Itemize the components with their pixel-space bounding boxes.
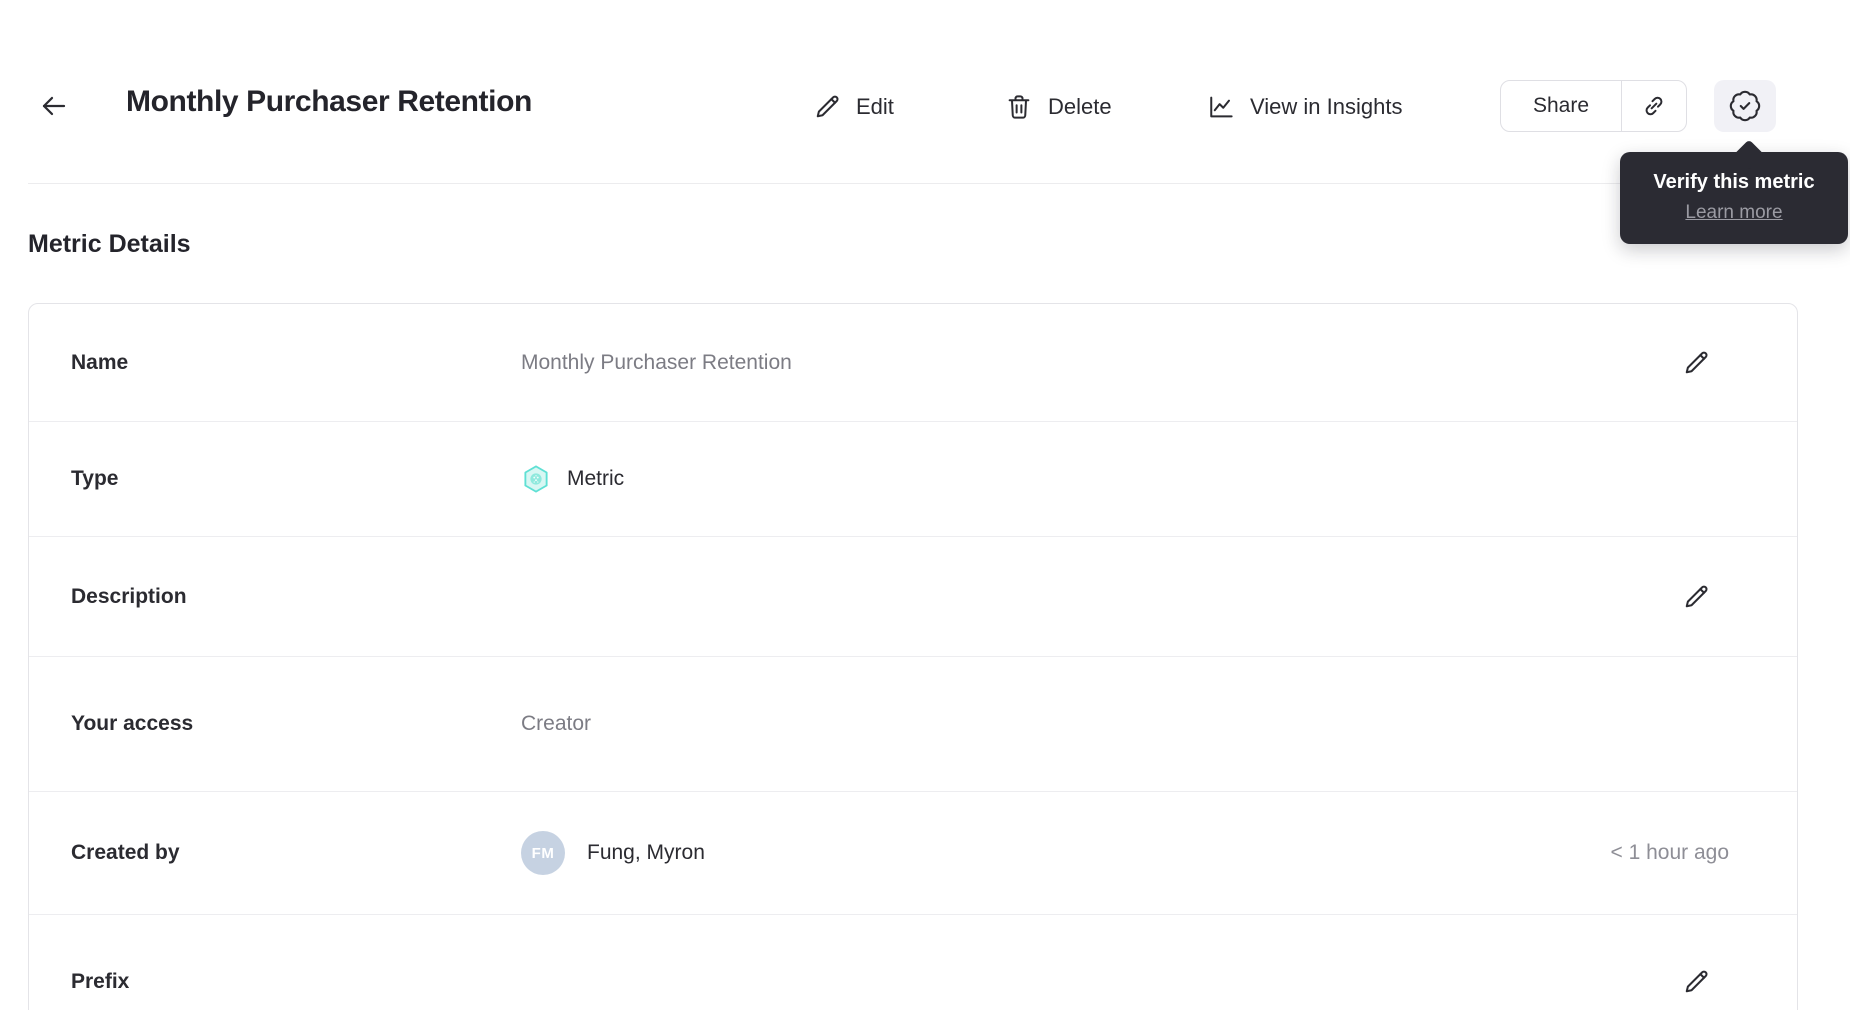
detail-row-prefix: Prefix [29,914,1797,1010]
verify-tooltip: Verify this metric Learn more [1620,152,1848,244]
detail-row-your-access: Your access Creator [29,656,1797,791]
row-value: Monthly Purchaser Retention [521,350,792,374]
trash-icon [1004,92,1034,122]
pencil-icon [1681,967,1711,997]
row-label: Type [71,467,119,490]
detail-row-name: Name Monthly Purchaser Retention [29,304,1797,421]
verify-tooltip-title: Verify this metric [1653,171,1815,193]
share-button-group: Share [1500,80,1687,132]
row-label: Created by [71,841,180,864]
avatar: FM [521,831,565,875]
line-chart-icon [1206,92,1236,122]
detail-row-created-by: Created by FM Fung, Myron < 1 hour ago [29,791,1797,914]
created-timestamp: < 1 hour ago [1610,841,1729,864]
row-value: Creator [521,712,592,735]
row-label: Description [71,584,187,608]
view-in-insights-button[interactable]: View in Insights [1206,88,1402,126]
edit-button[interactable]: Edit [812,88,894,126]
section-title: Metric Details [28,230,191,258]
back-button[interactable] [36,88,72,124]
row-label: Name [71,350,129,374]
row-value: Fung, Myron [587,841,705,864]
row-label: Prefix [71,969,130,993]
metric-hexagon-icon [521,464,551,494]
detail-row-description: Description [29,536,1797,656]
row-label: Your access [71,712,194,735]
share-button[interactable]: Share [1500,80,1622,132]
edit-name-button[interactable] [1678,345,1714,381]
link-icon [1640,92,1668,120]
pencil-icon [1681,582,1711,612]
header-divider [28,183,1822,184]
metric-details-card: Name Monthly Purchaser Retention Type Me… [28,303,1798,1010]
metric-details-page: Monthly Purchaser Retention Edit Delete … [0,0,1850,1010]
arrow-left-icon [38,90,70,122]
copy-link-button[interactable] [1621,80,1687,132]
edit-prefix-button[interactable] [1678,964,1714,1000]
delete-button[interactable]: Delete [1004,88,1112,126]
view-in-insights-label: View in Insights [1250,94,1403,119]
detail-row-type: Type Metric [29,421,1797,536]
pencil-icon [1681,348,1711,378]
verify-metric-button[interactable] [1714,80,1776,132]
learn-more-link[interactable]: Learn more [1685,200,1782,226]
pencil-icon [812,92,842,122]
row-value: Metric [567,467,625,490]
edit-label: Edit [856,94,894,119]
edit-description-button[interactable] [1678,579,1714,615]
delete-label: Delete [1048,94,1112,119]
verified-badge-icon [1728,89,1762,123]
page-title: Monthly Purchaser Retention [126,85,532,118]
